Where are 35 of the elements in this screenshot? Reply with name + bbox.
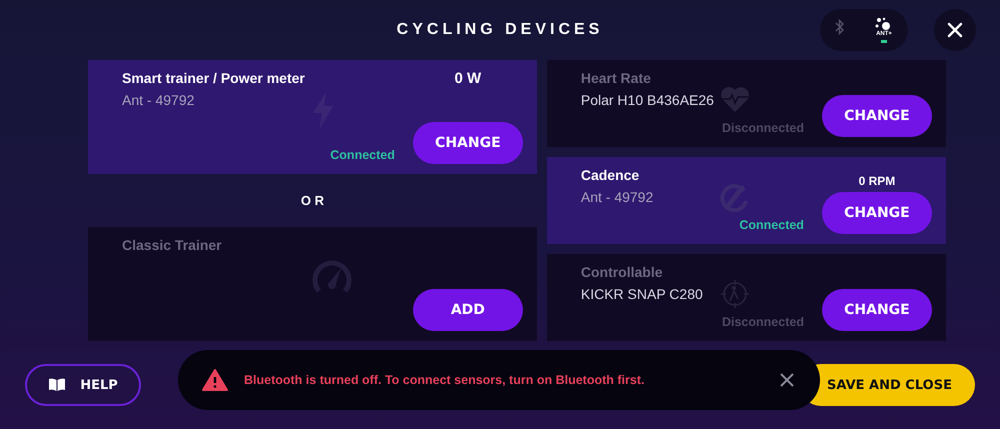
device-type: Controllable: [580, 264, 664, 280]
warning-icon: [202, 369, 228, 391]
device-name: Ant - 49792: [580, 189, 654, 205]
close-button[interactable]: [778, 371, 796, 389]
power-reading: 0 W: [454, 70, 482, 87]
close-icon: [780, 373, 794, 387]
device-button[interactable]: CHANGE: [822, 95, 932, 137]
device-type: Classic Trainer: [122, 237, 223, 253]
close-button[interactable]: [934, 9, 976, 51]
cadence-reading: 0 RPM: [858, 174, 896, 188]
network-nodes-icon: [875, 17, 893, 31]
device-type: Heart Rate: [580, 70, 652, 86]
help-button[interactable]: HELP: [25, 364, 141, 406]
or-separator: O R: [300, 193, 324, 208]
page-title: CYCLING DEVICES: [396, 21, 604, 39]
device-button[interactable]: CHANGE: [412, 122, 523, 164]
device-button[interactable]: ADD: [412, 289, 523, 331]
speedometer-icon: [310, 258, 353, 294]
device-button[interactable]: CHANGE: [822, 192, 932, 234]
close-icon: [947, 22, 963, 38]
connection-status: Connected: [330, 148, 395, 162]
connection-status: Disconnected: [722, 121, 804, 135]
toast-message: Bluetooth is turned off. To connect sensors, turn on Bluetooth first.: [244, 373, 646, 387]
book-icon: [48, 378, 66, 392]
connection-status: Connected: [739, 218, 804, 232]
device-name: KICKR SNAP C280: [580, 286, 704, 302]
device-button[interactable]: CHANGE: [822, 289, 932, 331]
device-type: Smart trainer / Power meter: [122, 70, 305, 86]
device-name: Ant - 49792: [122, 92, 196, 108]
heartbeat-icon: [720, 84, 750, 113]
connection-status: Disconnected: [722, 315, 804, 329]
device-name: Polar H10 B436AE26: [580, 92, 714, 108]
target-figure-icon: [720, 278, 750, 309]
bluetooth-icon: [835, 19, 845, 35]
device-type: Cadence: [580, 167, 640, 183]
